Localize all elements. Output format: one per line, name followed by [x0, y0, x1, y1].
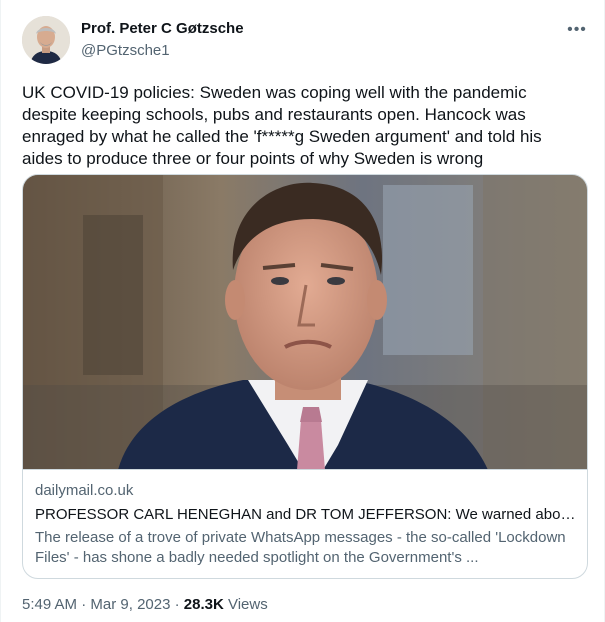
more-options-button[interactable]: ••• [561, 18, 593, 42]
views-count: 28.3K [183, 596, 224, 613]
tweet-time: 5:49 AM [22, 596, 78, 613]
author-avatar[interactable] [22, 16, 70, 64]
more-horizontal-icon: ••• [567, 21, 587, 38]
tweet-text: UK COVID-19 policies: Sweden was coping … [22, 83, 542, 168]
tweet-timestamp-link[interactable]: 5:49 AM · Mar 9, 2023 [22, 596, 170, 613]
author-name[interactable]: Prof. Peter C Gøtzsche [81, 20, 244, 37]
meta-separator: · [174, 596, 180, 613]
link-card-body: dailymail.co.uk PROFESSOR CARL HENEGHAN … [35, 481, 577, 568]
tweet: Prof. Peter C Gøtzsche @PGtzsche1 ••• UK… [0, 0, 605, 622]
link-card-image [23, 175, 587, 470]
person-portrait-icon [22, 16, 70, 64]
link-card-description: The release of a trove of private WhatsA… [35, 529, 566, 566]
link-card-title[interactable]: PROFESSOR CARL HENEGHAN and DR TOM JEFFE… [35, 505, 577, 525]
tweet-meta: 5:49 AM · Mar 9, 2023 · 28.3K Views [22, 596, 268, 613]
tweet-date: Mar 9, 2023 [90, 596, 171, 613]
views-label: Views [227, 596, 268, 613]
link-card-domain: dailymail.co.uk [35, 482, 134, 499]
author-handle[interactable]: @PGtzsche1 [81, 42, 170, 59]
news-photo-icon [23, 175, 587, 469]
link-card[interactable]: dailymail.co.uk PROFESSOR CARL HENEGHAN … [22, 174, 588, 579]
meta-separator: · [81, 596, 87, 613]
